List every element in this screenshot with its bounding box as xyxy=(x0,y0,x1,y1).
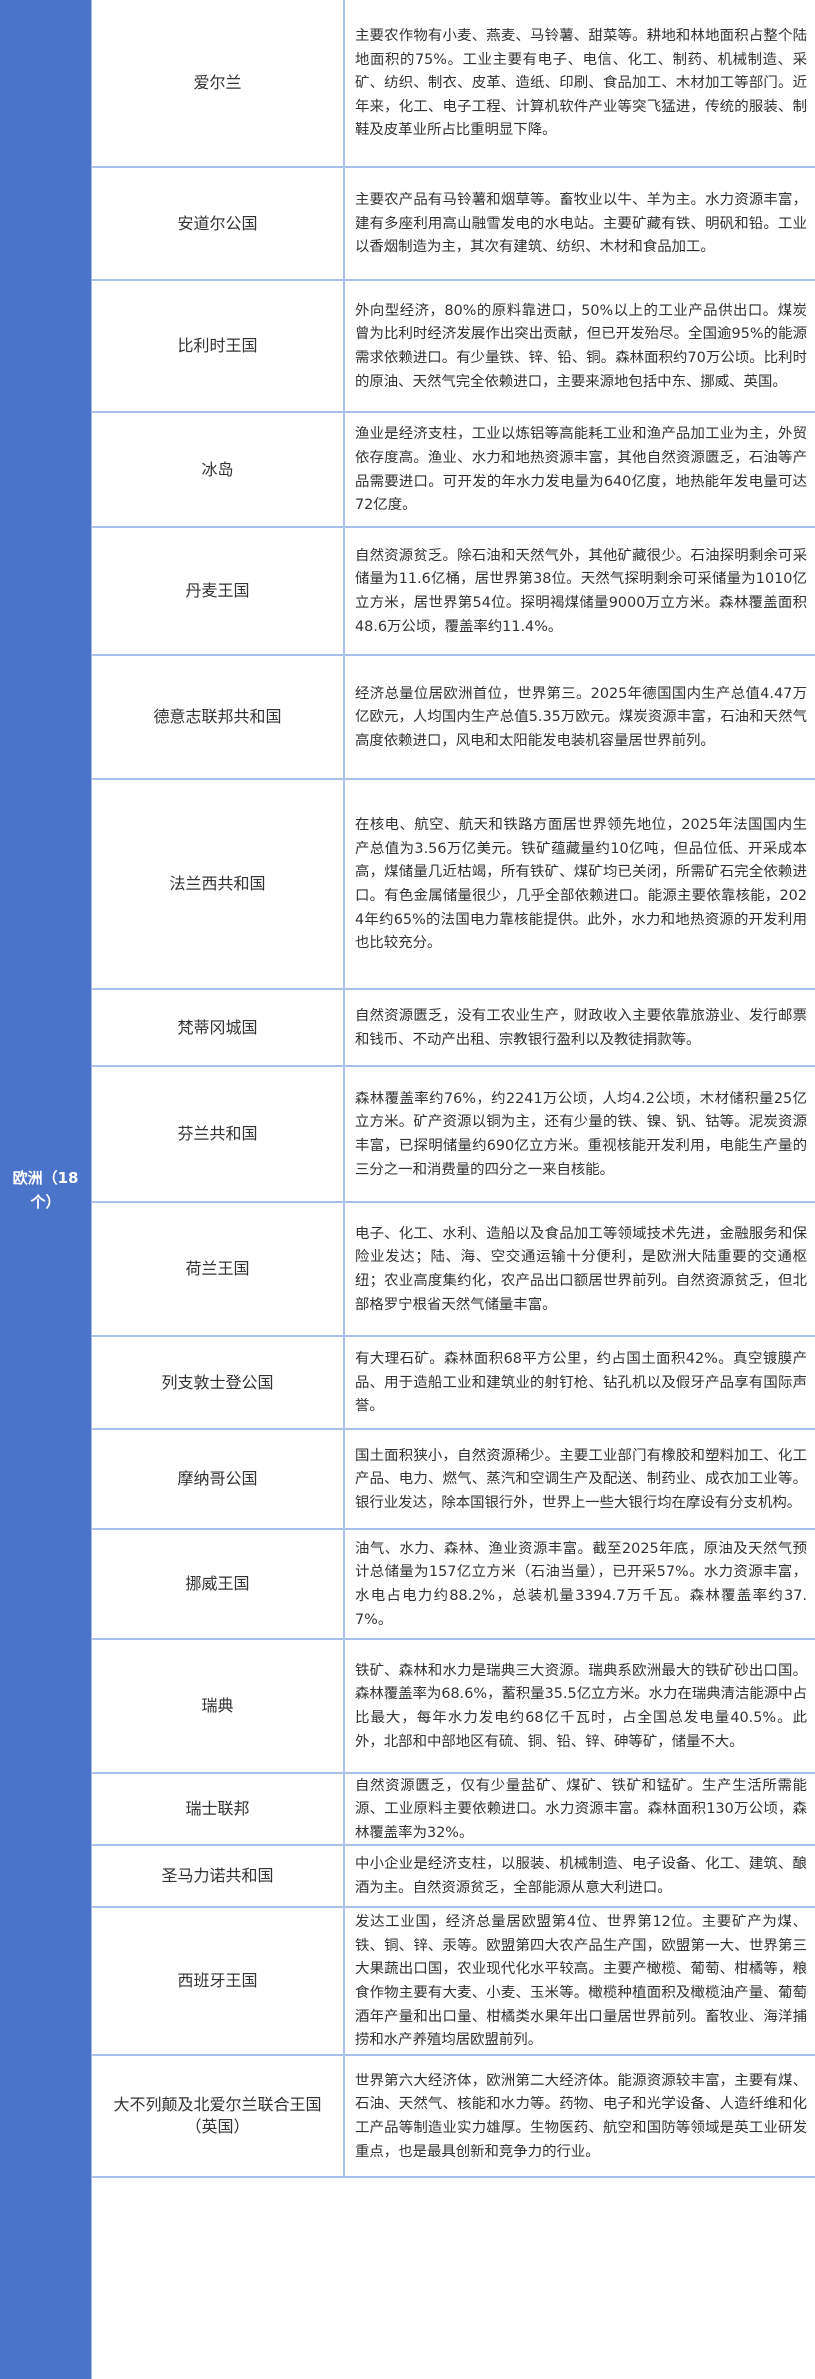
country-description: 自然资源贫乏。除石油和天然气外，其他矿藏很少。石油探明剩余可采储量为11.6亿桶… xyxy=(345,528,815,654)
country-description-text: 森林覆盖率约76%，约2241万公顷，人均4.2公顷，木材储积量25亿立方米。矿… xyxy=(355,1090,807,1178)
table-row: 荷兰王国 电子、化工、水利、造船以及食品加工等领域技术先进，金融服务和保险业发达；… xyxy=(92,1203,815,1337)
region-label: 欧洲（18个） xyxy=(12,1168,79,1211)
country-description: 森林覆盖率约76%，约2241万公顷，人均4.2公顷，木材储积量25亿立方米。矿… xyxy=(345,1067,815,1201)
table-row: 冰岛 渔业是经济支柱，工业以炼铝等高能耗工业和渔产品加工业为主，外贸依存度高。渔业… xyxy=(92,413,815,528)
country-description: 主要农产品有马铃薯和烟草等。畜牧业以牛、羊为主。水力资源丰富，建有多座利用高山融… xyxy=(345,168,815,279)
country-name: 比利时王国 xyxy=(92,281,345,411)
country-name: 圣马力诺共和国 xyxy=(92,1846,345,1906)
country-description: 自然资源匮乏，仅有少量盐矿、煤矿、铁矿和锰矿。生产生活所需能源、工业原料主要依赖… xyxy=(345,1774,815,1844)
country-description-text: 主要农作物有小麦、燕麦、马铃薯、甜菜等。耕地和林地面积占整个陆地面积的75%。工… xyxy=(355,28,807,139)
country-description: 国土面积狭小，自然资源稀少。主要工业部门有橡胶和塑料加工、化工产品、电力、燃气、… xyxy=(345,1430,815,1528)
table-row: 圣马力诺共和国 中小企业是经济支柱，以服装、机械制造、电子设备、化工、建筑、酿酒为… xyxy=(92,1846,815,1908)
table-row: 瑞士联邦 自然资源匮乏，仅有少量盐矿、煤矿、铁矿和锰矿。生产生活所需能源、工业原料… xyxy=(92,1774,815,1846)
country-name: 摩纳哥公国 xyxy=(92,1430,345,1528)
country-description-text: 自然资源贫乏。除石油和天然气外，其他矿藏很少。石油探明剩余可采储量为11.6亿桶… xyxy=(355,547,807,635)
country-description: 主要农作物有小麦、燕麦、马铃薯、甜菜等。耕地和林地面积占整个陆地面积的75%。工… xyxy=(345,0,815,166)
country-description-text: 有大理石矿。森林面积68平方公里，约占国土面积42%。真空镀膜产品、用于造船工业… xyxy=(355,1351,807,1415)
country-description-text: 油气、水力、森林、渔业资源丰富。截至2025年底，原油及天然气预计总储量为157… xyxy=(355,1540,807,1628)
country-description-text: 经济总量位居欧洲首位，世界第三。2025年德国国内生产总值4.47万亿欧元，人均… xyxy=(355,685,807,749)
country-name: 西班牙王国 xyxy=(92,1908,345,2054)
country-name: 瑞士联邦 xyxy=(92,1774,345,1844)
country-name: 安道尔公国 xyxy=(92,168,345,279)
table-row: 爱尔兰 主要农作物有小麦、燕麦、马铃薯、甜菜等。耕地和林地面积占整个陆地面积的75… xyxy=(92,0,815,168)
country-description-text: 自然资源匮乏，没有工农业生产，财政收入主要依靠旅游业、发行邮票和钱币、不动产出租… xyxy=(355,1007,807,1048)
table-row: 法兰西共和国 在核电、航空、航天和铁路方面居世界领先地位，2025年法国国内生产总… xyxy=(92,780,815,990)
country-description-text: 在核电、航空、航天和铁路方面居世界领先地位，2025年法国国内生产总值为3.56… xyxy=(355,817,807,952)
country-name: 法兰西共和国 xyxy=(92,780,345,988)
country-description: 外向型经济，80%的原料靠进口，50%以上的工业产品供出口。煤炭曾为比利时经济发… xyxy=(345,281,815,411)
region-cell-europe: 欧洲（18个） xyxy=(0,0,92,2379)
table-row: 安道尔公国 主要农产品有马铃薯和烟草等。畜牧业以牛、羊为主。水力资源丰富，建有多座… xyxy=(92,168,815,281)
table-row: 大不列颠及北爱尔兰联合王国（英国） 世界第六大经济体，欧洲第二大经济体。能源资源较… xyxy=(92,2056,815,2178)
country-description: 在核电、航空、航天和铁路方面居世界领先地位，2025年法国国内生产总值为3.56… xyxy=(345,780,815,988)
country-description-text: 主要农产品有马铃薯和烟草等。畜牧业以牛、羊为主。水力资源丰富，建有多座利用高山融… xyxy=(355,192,807,256)
country-description-text: 渔业是经济支柱，工业以炼铝等高能耗工业和渔产品加工业为主，外贸依存度高。渔业、水… xyxy=(355,426,807,514)
table-row: 摩纳哥公国 国土面积狭小，自然资源稀少。主要工业部门有橡胶和塑料加工、化工产品、电… xyxy=(92,1430,815,1530)
country-description: 电子、化工、水利、造船以及食品加工等领域技术先进，金融服务和保险业发达；陆、海、… xyxy=(345,1203,815,1335)
country-name: 冰岛 xyxy=(92,413,345,526)
country-name: 芬兰共和国 xyxy=(92,1067,345,1201)
country-name: 梵蒂冈城国 xyxy=(92,990,345,1065)
country-name: 荷兰王国 xyxy=(92,1203,345,1335)
country-description: 油气、水力、森林、渔业资源丰富。截至2025年底，原油及天然气预计总储量为157… xyxy=(345,1530,815,1638)
country-description: 自然资源匮乏，没有工农业生产，财政收入主要依靠旅游业、发行邮票和钱币、不动产出租… xyxy=(345,990,815,1065)
table-row: 西班牙王国 发达工业国，经济总量居欧盟第4位、世界第12位。主要矿产为煤、铁、铜、… xyxy=(92,1908,815,2056)
table-row: 挪威王国 油气、水力、森林、渔业资源丰富。截至2025年底，原油及天然气预计总储量… xyxy=(92,1530,815,1640)
country-name: 丹麦王国 xyxy=(92,528,345,654)
country-description: 有大理石矿。森林面积68平方公里，约占国土面积42%。真空镀膜产品、用于造船工业… xyxy=(345,1337,815,1428)
country-description-text: 铁矿、森林和水力是瑞典三大资源。瑞典系欧洲最大的铁矿砂出口国。森林覆盖率为68.… xyxy=(355,1662,807,1750)
country-name: 瑞典 xyxy=(92,1640,345,1772)
country-description: 世界第六大经济体，欧洲第二大经济体。能源资源较丰富，主要有煤、石油、天然气、核能… xyxy=(345,2056,815,2176)
country-description: 发达工业国，经济总量居欧盟第4位、世界第12位。主要矿产为煤、铁、铜、锌、汞等。… xyxy=(345,1908,815,2054)
table-row: 瑞典 铁矿、森林和水力是瑞典三大资源。瑞典系欧洲最大的铁矿砂出口国。森林覆盖率为6… xyxy=(92,1640,815,1774)
country-resource-table: 欧洲（18个） 爱尔兰 主要农作物有小麦、燕麦、马铃薯、甜菜等。耕地和林地面积占整… xyxy=(0,0,815,2379)
country-name: 大不列颠及北爱尔兰联合王国（英国） xyxy=(92,2056,345,2176)
country-name: 挪威王国 xyxy=(92,1530,345,1638)
country-description: 经济总量位居欧洲首位，世界第三。2025年德国国内生产总值4.47万亿欧元，人均… xyxy=(345,656,815,778)
table-body: 爱尔兰 主要农作物有小麦、燕麦、马铃薯、甜菜等。耕地和林地面积占整个陆地面积的75… xyxy=(92,0,815,2178)
table-row: 德意志联邦共和国 经济总量位居欧洲首位，世界第三。2025年德国国内生产总值4.4… xyxy=(92,656,815,780)
country-name: 德意志联邦共和国 xyxy=(92,656,345,778)
country-name: 列支敦士登公国 xyxy=(92,1337,345,1428)
table-row: 梵蒂冈城国 自然资源匮乏，没有工农业生产，财政收入主要依靠旅游业、发行邮票和钱币、… xyxy=(92,990,815,1067)
country-description: 铁矿、森林和水力是瑞典三大资源。瑞典系欧洲最大的铁矿砂出口国。森林覆盖率为68.… xyxy=(345,1640,815,1772)
table-row: 列支敦士登公国 有大理石矿。森林面积68平方公里，约占国土面积42%。真空镀膜产品… xyxy=(92,1337,815,1430)
country-name: 爱尔兰 xyxy=(92,0,345,166)
table-row: 芬兰共和国 森林覆盖率约76%，约2241万公顷，人均4.2公顷，木材储积量25亿… xyxy=(92,1067,815,1203)
country-description-text: 发达工业国，经济总量居欧盟第4位、世界第12位。主要矿产为煤、铁、铜、锌、汞等。… xyxy=(355,1914,807,2049)
table-row: 比利时王国 外向型经济，80%的原料靠进口，50%以上的工业产品供出口。煤炭曾为比… xyxy=(92,281,815,413)
country-description-text: 国土面积狭小，自然资源稀少。主要工业部门有橡胶和塑料加工、化工产品、电力、燃气、… xyxy=(355,1447,807,1511)
country-description-text: 外向型经济，80%的原料靠进口，50%以上的工业产品供出口。煤炭曾为比利时经济发… xyxy=(355,302,807,390)
country-description: 中小企业是经济支柱，以服装、机械制造、电子设备、化工、建筑、酿酒为主。自然资源贫… xyxy=(345,1846,815,1906)
country-description-text: 自然资源匮乏，仅有少量盐矿、煤矿、铁矿和锰矿。生产生活所需能源、工业原料主要依赖… xyxy=(355,1777,807,1841)
table-row: 丹麦王国 自然资源贫乏。除石油和天然气外，其他矿藏很少。石油探明剩余可采储量为11… xyxy=(92,528,815,656)
country-description-text: 世界第六大经济体，欧洲第二大经济体。能源资源较丰富，主要有煤、石油、天然气、核能… xyxy=(355,2072,807,2160)
country-description-text: 电子、化工、水利、造船以及食品加工等领域技术先进，金融服务和保险业发达；陆、海、… xyxy=(355,1225,807,1313)
country-description-text: 中小企业是经济支柱，以服装、机械制造、电子设备、化工、建筑、酿酒为主。自然资源贫… xyxy=(355,1856,807,1896)
country-description: 渔业是经济支柱，工业以炼铝等高能耗工业和渔产品加工业为主，外贸依存度高。渔业、水… xyxy=(345,413,815,526)
